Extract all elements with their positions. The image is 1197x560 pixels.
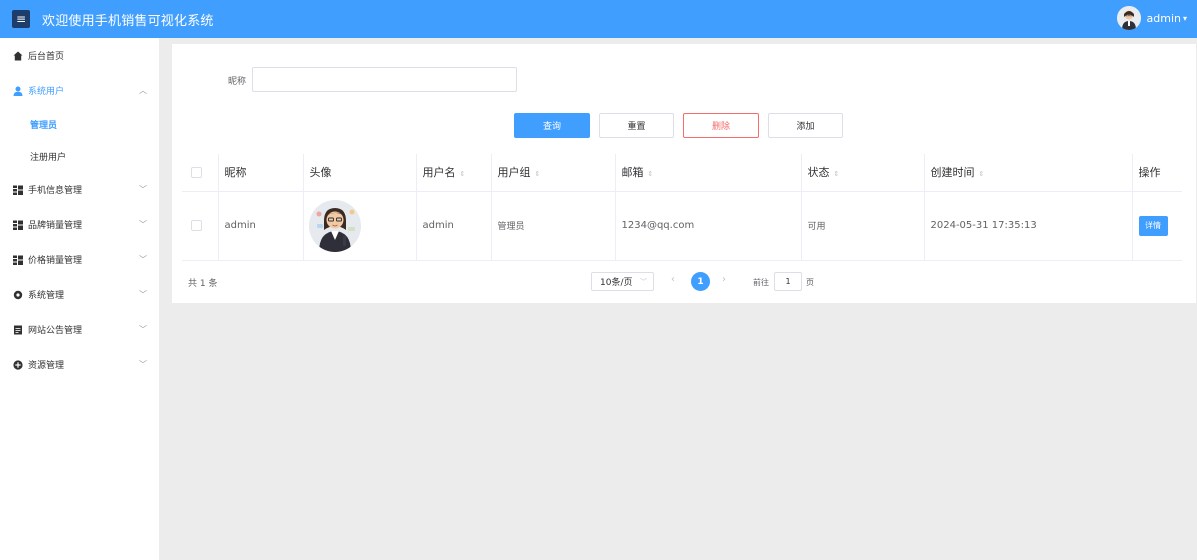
sidebar-item-price-sales[interactable]: 价格销量管理 ﹀ — [0, 242, 159, 277]
sidebar-item-brand-sales[interactable]: 品牌销量管理 ﹀ — [0, 207, 159, 242]
delete-button[interactable]: 删除 — [683, 113, 759, 138]
top-header: ≡ 欢迎使用手机销售可视化系统 admin ▾ — [0, 0, 1197, 38]
user-name: admin — [1146, 11, 1181, 25]
sidebar-subitem-registered-users[interactable]: 注册用户 — [0, 140, 159, 172]
hamburger-icon[interactable]: ≡ — [12, 10, 30, 28]
sidebar-item-resources[interactable]: 资源管理 ﹀ — [0, 347, 159, 382]
cell-username: admin — [415, 191, 491, 261]
goto-label: 前往 — [753, 278, 769, 287]
page-number-current[interactable]: 1 — [691, 272, 710, 291]
sidebar-item-system-management[interactable]: 系统管理 ﹀ — [0, 277, 159, 312]
col-header-avatar: 头像 — [302, 154, 416, 192]
document-icon — [12, 324, 23, 335]
sidebar-item-label: 价格销量管理 — [28, 256, 83, 266]
cell-avatar — [302, 191, 416, 261]
col-header-email[interactable]: 邮箱 ⇕ — [614, 154, 801, 192]
sidebar-item-label: 系统管理 — [28, 291, 65, 301]
sidebar-item-label: 网站公告管理 — [28, 326, 83, 336]
chevron-up-icon: ︿ — [139, 86, 147, 95]
table-row: admin admin 管理员 1234@qq.com 可用 2024-05-3… — [182, 191, 1182, 261]
add-button[interactable]: 添加 — [768, 113, 843, 138]
avatar — [308, 199, 361, 252]
search-input[interactable] — [252, 67, 517, 92]
plus-circle-icon — [12, 359, 23, 370]
sidebar-item-system-users[interactable]: 系统用户 ︿ — [0, 73, 159, 108]
sidebar-item-label: 手机信息管理 — [28, 186, 83, 196]
cell-actions: 详情 — [1131, 191, 1182, 261]
sidebar-subitem-admins[interactable]: 管理员 — [0, 108, 159, 140]
chevron-down-icon: ▾ — [1182, 13, 1187, 23]
grid-icon — [12, 184, 23, 195]
chevron-down-icon: ﹀ — [139, 220, 147, 229]
query-button[interactable]: 查询 — [514, 113, 590, 138]
goto-suffix: 页 — [806, 278, 814, 287]
prev-page-icon[interactable]: ‹ — [671, 274, 675, 285]
table-header-row: 昵称 头像 用户名 ⇕ 用户组 ⇕ 邮箱 ⇕ 状态 ⇕ 创建时间 ⇕ 操作 — [182, 154, 1182, 192]
cell-nickname: admin — [217, 191, 303, 261]
goto-page-input[interactable]: 1 — [774, 272, 802, 291]
col-header-username[interactable]: 用户名 ⇕ — [415, 154, 491, 192]
row-select-cell — [182, 191, 218, 261]
cell-created: 2024-05-31 17:35:13 — [923, 191, 1132, 261]
page-size-select[interactable]: 10条/页 ﹀ — [591, 272, 654, 291]
sidebar-item-announcements[interactable]: 网站公告管理 ﹀ — [0, 312, 159, 347]
sidebar-item-label: 资源管理 — [28, 361, 65, 371]
col-header-actions: 操作 — [1131, 154, 1182, 192]
main-card: 昵称 查询 重置 删除 添加 昵称 头像 用户名 ⇕ 用户组 ⇕ 邮箱 ⇕ 状态 ⇕ 创… — [172, 44, 1196, 303]
home-icon — [12, 50, 23, 61]
gear-icon — [12, 289, 23, 300]
col-header-status[interactable]: 状态 ⇕ — [800, 154, 924, 192]
cell-group: 管理员 — [490, 191, 615, 261]
chevron-down-icon: ﹀ — [640, 278, 647, 286]
cell-status: 可用 — [800, 191, 924, 261]
sort-icon[interactable]: ⇕ — [460, 170, 466, 178]
app-title: 欢迎使用手机销售可视化系统 — [42, 13, 214, 29]
user-icon — [12, 85, 23, 96]
select-all-cell — [182, 154, 218, 192]
col-header-created[interactable]: 创建时间 ⇕ — [923, 154, 1132, 192]
col-header-group[interactable]: 用户组 ⇕ — [490, 154, 615, 192]
sort-icon[interactable]: ⇕ — [834, 170, 840, 178]
user-menu[interactable]: admin ▾ — [1116, 6, 1187, 30]
cell-email: 1234@qq.com — [614, 191, 801, 261]
avatar — [1116, 6, 1141, 30]
next-page-icon[interactable]: › — [722, 274, 726, 285]
reset-button[interactable]: 重置 — [599, 113, 674, 138]
sort-icon[interactable]: ⇕ — [979, 170, 985, 178]
grid-icon — [12, 219, 23, 230]
sort-icon[interactable]: ⇕ — [535, 170, 541, 178]
sidebar-item-label: 后台首页 — [28, 52, 65, 62]
total-count: 共 1 条 — [188, 279, 218, 289]
sidebar: 后台首页 系统用户 ︿ 管理员 注册用户 手机信息管理 ﹀ 品牌销量管理 ﹀ 价… — [0, 38, 159, 560]
search-label: 昵称 — [228, 77, 247, 87]
chevron-down-icon: ﹀ — [139, 325, 147, 334]
sort-icon[interactable]: ⇕ — [648, 170, 654, 178]
grid-icon — [12, 254, 23, 265]
chevron-down-icon: ﹀ — [139, 290, 147, 299]
sidebar-item-label: 品牌销量管理 — [28, 221, 83, 231]
col-header-nickname: 昵称 — [217, 154, 303, 192]
sidebar-item-label: 系统用户 — [28, 87, 65, 97]
detail-button[interactable]: 详情 — [1138, 215, 1168, 236]
row-checkbox[interactable] — [191, 220, 202, 231]
chevron-down-icon: ﹀ — [139, 360, 147, 369]
sidebar-item-phone-info[interactable]: 手机信息管理 ﹀ — [0, 172, 159, 207]
select-all-checkbox[interactable] — [191, 166, 202, 178]
chevron-down-icon: ﹀ — [139, 255, 147, 264]
users-table: 昵称 头像 用户名 ⇕ 用户组 ⇕ 邮箱 ⇕ 状态 ⇕ 创建时间 ⇕ 操作 admin — [182, 154, 1182, 261]
chevron-down-icon: ﹀ — [139, 185, 147, 194]
sidebar-item-home[interactable]: 后台首页 — [0, 38, 159, 73]
